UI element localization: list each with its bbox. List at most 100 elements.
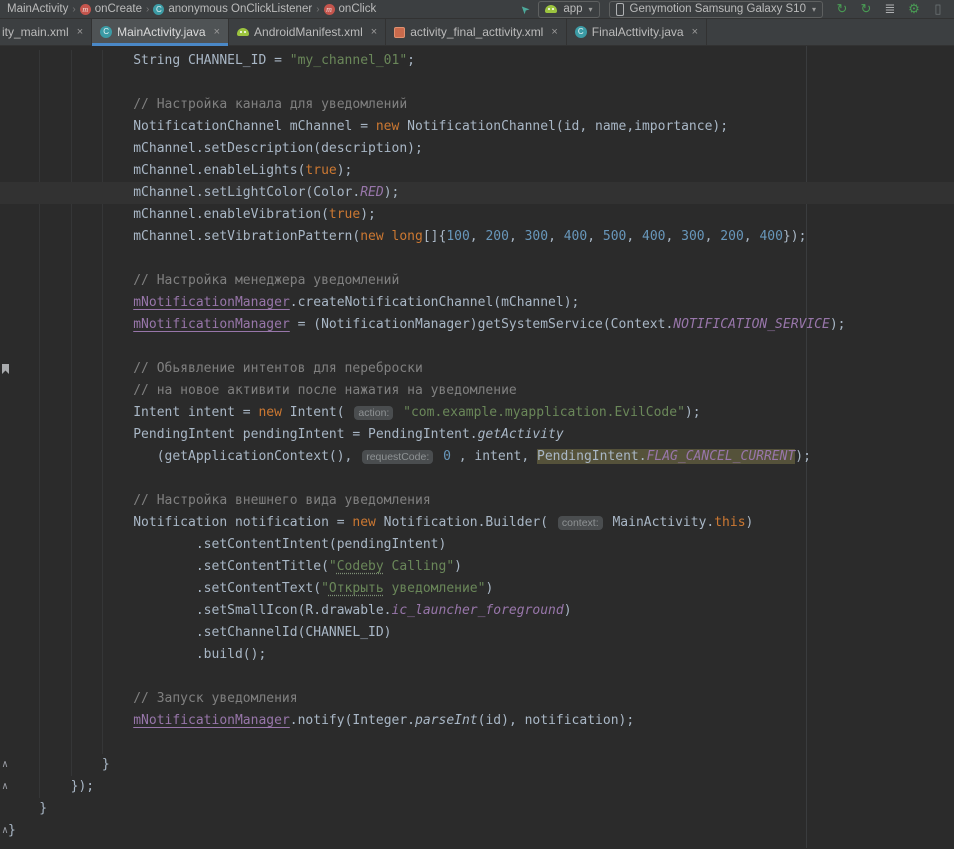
code-token: .setSmallIcon(R.drawable.	[8, 603, 392, 618]
code-line[interactable]: NotificationChannel mChannel = new Notif…	[0, 116, 954, 138]
code-line[interactable]	[0, 666, 954, 688]
anonymous-class-icon: C	[153, 4, 164, 15]
code-line[interactable]	[0, 468, 954, 490]
code-line[interactable]: .build();	[0, 644, 954, 666]
code-token: Calling"	[384, 559, 454, 574]
close-icon[interactable]: ×	[214, 26, 220, 38]
close-icon[interactable]: ×	[551, 26, 557, 38]
code-line[interactable]: .setContentIntent(pendingIntent)	[0, 534, 954, 556]
parameter-hint: requestCode:	[362, 450, 433, 464]
code-line[interactable]: }	[0, 754, 954, 776]
android-icon	[545, 5, 557, 13]
code-token: .setChannelId(CHANNEL_ID)	[8, 625, 392, 640]
close-icon[interactable]: ×	[692, 26, 698, 38]
breadcrumb-item-oncreate[interactable]: monCreate	[77, 3, 145, 15]
device-select[interactable]: Genymotion Samsung Galaxy S10 ▾	[609, 1, 823, 18]
code-line[interactable]: .setContentTitle("Codeby Calling")	[0, 556, 954, 578]
toolbar-action-icons: ↻↻≣⚙▯	[832, 0, 948, 18]
code-token: "my_channel_01"	[290, 53, 407, 68]
apply-code-changes-icon[interactable]: ↻	[856, 0, 876, 18]
navigate-cursor-icon[interactable]: ➤	[517, 1, 533, 17]
code-token: mNotificationManager	[133, 295, 290, 310]
code-line[interactable]: // Настройка внешнего вида уведомления	[0, 490, 954, 512]
code-line[interactable]: Notification notification = new Notifica…	[0, 512, 954, 534]
code-token	[8, 713, 133, 728]
code-line[interactable]: // Запуск уведомления	[0, 688, 954, 710]
code-line[interactable]: }	[0, 820, 954, 842]
fold-arrow-icon[interactable]: ∧	[0, 782, 10, 792]
code-token: ,	[744, 229, 760, 244]
code-token: NOTIFICATION_SERVICE	[673, 317, 830, 332]
chevron-down-icon: ▾	[812, 5, 816, 14]
avd-manager-icon[interactable]: ▯	[928, 0, 948, 18]
run-configuration-select[interactable]: app ▾	[538, 1, 599, 18]
code-line[interactable]: // Настройка менеджера уведомлений	[0, 270, 954, 292]
code-line[interactable]: (getApplicationContext(), requestCode: 0…	[0, 446, 954, 468]
code-line[interactable]: mChannel.setLightColor(Color.RED);	[0, 182, 954, 204]
tab-androidmanifest-xml[interactable]: AndroidManifest.xml×	[229, 19, 386, 45]
code-token: Intent(	[282, 405, 352, 420]
code-token: PendingIntent pendingIntent = PendingInt…	[8, 427, 478, 442]
main-toolbar: MainActivity›monCreate›Canonymous OnClic…	[0, 0, 954, 19]
code-line[interactable]	[0, 732, 954, 754]
code-token: PendingIntent.	[537, 449, 647, 464]
code-line[interactable]: mChannel.enableVibration(true);	[0, 204, 954, 226]
code-line[interactable]: Intent intent = new Intent( action: "com…	[0, 402, 954, 424]
close-icon[interactable]: ×	[371, 26, 377, 38]
code-token: mChannel.enableLights(	[8, 163, 305, 178]
code-line[interactable]: mNotificationManager.notify(Integer.pars…	[0, 710, 954, 732]
breadcrumb-item-mainactivity[interactable]: MainActivity	[4, 3, 71, 15]
code-token	[384, 229, 392, 244]
code-line[interactable]: mChannel.enableLights(true);	[0, 160, 954, 182]
breadcrumb-item-anonymous-onclicklistener[interactable]: Canonymous OnClickListener	[150, 3, 315, 15]
sdk-manager-icon[interactable]: ⚙	[904, 0, 924, 18]
tab-ity-main-xml[interactable]: ity_main.xml ×	[0, 19, 92, 45]
code-line[interactable]: // Обьявление интентов для переброски	[0, 358, 954, 380]
editor-tab-bar: ity_main.xml×CMainActivity.java×AndroidM…	[0, 19, 954, 46]
code-line[interactable]: }	[0, 798, 954, 820]
code-token: new	[376, 119, 399, 134]
code-token: уведомление"	[384, 581, 486, 596]
code-token: )	[485, 581, 493, 596]
code-line[interactable]: String CHANNEL_ID = "my_channel_01";	[0, 50, 954, 72]
breadcrumb-label: onCreate	[95, 3, 142, 15]
code-token: // Настройка канала для уведомлений	[8, 97, 407, 112]
code-token: .setContentText(	[8, 581, 321, 596]
code-line[interactable]	[0, 248, 954, 270]
code-token: parseInt	[415, 713, 478, 728]
code-token: ,	[509, 229, 525, 244]
code-line[interactable]: PendingIntent pendingIntent = PendingInt…	[0, 424, 954, 446]
code-token: mChannel.enableVibration(	[8, 207, 329, 222]
code-line[interactable]: mChannel.setDescription(description);	[0, 138, 954, 160]
code-token: mNotificationManager	[133, 713, 290, 728]
code-line[interactable]: });	[0, 776, 954, 798]
code-line[interactable]: // Настройка канала для уведомлений	[0, 94, 954, 116]
code-line[interactable]	[0, 72, 954, 94]
apply-changes-icon[interactable]: ↻	[832, 0, 852, 18]
close-icon[interactable]: ×	[77, 26, 83, 38]
code-line[interactable]: mChannel.setVibrationPattern(new long[]{…	[0, 226, 954, 248]
fold-arrow-icon[interactable]: ∧	[0, 760, 10, 770]
code-line[interactable]: mNotificationManager = (NotificationMana…	[0, 314, 954, 336]
code-line[interactable]: .setChannelId(CHANNEL_ID)	[0, 622, 954, 644]
fold-arrow-icon[interactable]: ∧	[0, 826, 10, 836]
code-line[interactable]: // на новое активити после нажатия на ув…	[0, 380, 954, 402]
code-token: mChannel.setVibrationPattern(	[8, 229, 360, 244]
code-token: NotificationChannel(id, name,importance)…	[399, 119, 728, 134]
tab-finalacttivity-java[interactable]: CFinalActtivity.java×	[567, 19, 707, 45]
code-token: = (NotificationManager)getSystemService(…	[290, 317, 674, 332]
code-editor[interactable]: String CHANNEL_ID = "my_channel_01"; // …	[0, 46, 954, 848]
code-line[interactable]: .setSmallIcon(R.drawable.ic_launcher_for…	[0, 600, 954, 622]
tab-label: ity_main.xml	[2, 25, 69, 39]
tab-activity-final-acttivity-xml[interactable]: activity_final_acttivity.xml×	[386, 19, 567, 45]
code-token: 200	[485, 229, 508, 244]
toolbar-right-group: ➤ app ▾ Genymotion Samsung Galaxy S10 ▾ …	[520, 0, 950, 18]
tab-mainactivity-java[interactable]: CMainActivity.java×	[92, 19, 229, 45]
code-area[interactable]: String CHANNEL_ID = "my_channel_01"; // …	[0, 50, 954, 842]
code-line[interactable]	[0, 336, 954, 358]
code-line[interactable]: mNotificationManager.createNotificationC…	[0, 292, 954, 314]
build-variants-icon[interactable]: ≣	[880, 0, 900, 18]
code-line[interactable]: .setContentText("Открыть уведомление")	[0, 578, 954, 600]
breadcrumb-item-onclick[interactable]: monClick	[321, 3, 380, 15]
code-token: "com.example.myapplication.EvilCode"	[403, 405, 685, 420]
